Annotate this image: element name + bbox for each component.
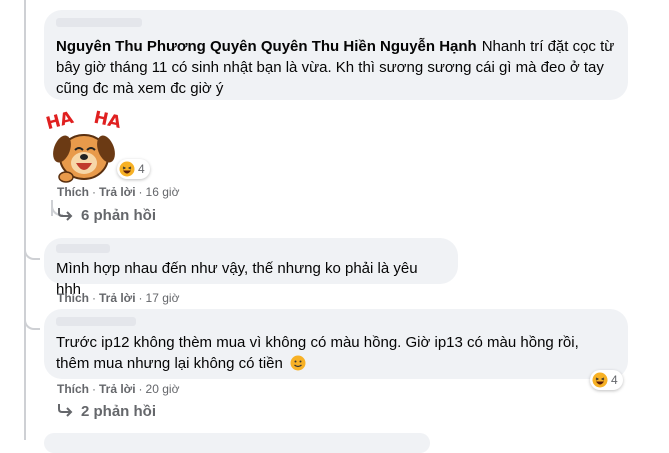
like-button[interactable]: Thích xyxy=(57,382,89,396)
haha-icon xyxy=(592,372,608,388)
tagged-names[interactable]: Nguyên Thu Phương Quyên Quyên Thu Hiền N… xyxy=(56,38,477,55)
redacted-author-name xyxy=(56,317,136,326)
reaction-count: 4 xyxy=(138,162,145,176)
comment-actions: Thích · Trả lời · 20 giờ xyxy=(57,382,180,396)
comment-actions: Thích · Trả lời · 16 giờ xyxy=(57,185,180,199)
reply-arrow-icon xyxy=(58,404,73,417)
redacted-author-name xyxy=(56,244,110,253)
svg-text:HA: HA xyxy=(44,108,76,135)
comment-bubble-partial xyxy=(44,433,430,453)
reaction-summary[interactable]: 4 xyxy=(590,370,623,390)
replies-count: 2 phản hồi xyxy=(81,403,156,420)
slightly-smiling-icon xyxy=(290,355,306,371)
view-replies-button[interactable]: 2 phản hồi xyxy=(57,403,156,420)
reply-button[interactable]: Trả lời xyxy=(99,185,136,199)
reaction-summary[interactable]: 4 xyxy=(117,159,150,179)
reply-button[interactable]: Trả lời xyxy=(99,382,136,396)
haha-dog-sticker: HA HA xyxy=(44,108,124,183)
comment-bubble: Nguyên Thu Phương Quyên Quyên Thu Hiền N… xyxy=(44,10,628,100)
thread-line-curve xyxy=(24,316,40,330)
reaction-count: 4 xyxy=(611,373,618,387)
comment-time[interactable]: 20 giờ xyxy=(146,382,180,396)
haha-icon xyxy=(119,161,135,177)
thread-line xyxy=(24,0,26,440)
comment-actions: Thích · Trả lời · 17 giờ xyxy=(57,291,180,305)
redacted-author-name xyxy=(56,18,142,27)
comment-bubble: Mình hợp nhau đến như vậy, thế nhưng ko … xyxy=(44,238,458,298)
comment-bubble: Trước ip12 không thèm mua vì không có mà… xyxy=(44,309,628,379)
reply-arrow-icon xyxy=(58,208,73,221)
comment-time[interactable]: 16 giờ xyxy=(146,185,180,199)
comment-text: Trước ip12 không thèm mua vì không có mà… xyxy=(56,334,579,372)
reply-button[interactable]: Trả lời xyxy=(99,291,136,305)
like-button[interactable]: Thích xyxy=(57,291,89,305)
comment-time[interactable]: 17 giờ xyxy=(146,291,180,305)
svg-text:HA: HA xyxy=(92,108,124,133)
view-replies-button[interactable]: 6 phản hồi xyxy=(57,207,156,224)
replies-count: 6 phản hồi xyxy=(81,207,156,224)
like-button[interactable]: Thích xyxy=(57,185,89,199)
thread-line-curve xyxy=(24,246,40,260)
comment-text: Nguyên Thu Phương Quyên Quyên Thu Hiền N… xyxy=(56,38,615,97)
